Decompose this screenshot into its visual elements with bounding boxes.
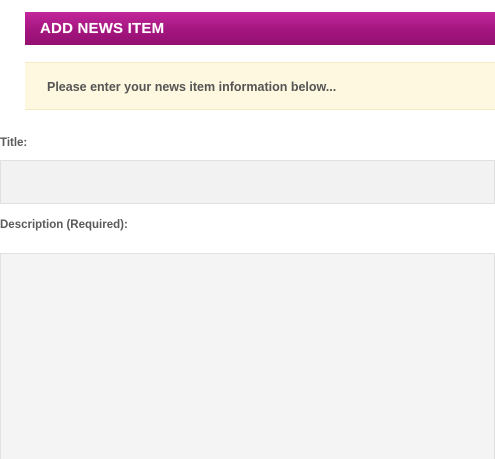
title-input[interactable]: [0, 160, 495, 204]
title-field-label: Title:: [0, 137, 28, 149]
panel-header-title: ADD NEWS ITEM: [25, 12, 495, 45]
description-textarea[interactable]: [0, 253, 495, 459]
instruction-notice: Please enter your news item information …: [25, 62, 495, 110]
description-field-label: Description (Required):: [0, 219, 128, 231]
